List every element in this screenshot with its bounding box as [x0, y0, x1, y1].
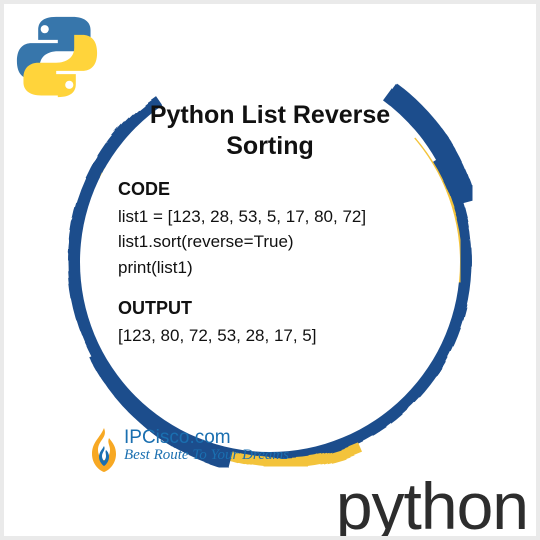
code-line-2: list1.sort(reverse=True) [118, 229, 422, 255]
brand-name: IPCisco.com [124, 428, 289, 448]
content-circle: Python List Reverse Sorting CODE list1 =… [80, 72, 460, 452]
code-line-3: print(list1) [118, 255, 422, 281]
python-logo-icon [12, 12, 102, 102]
flame-icon [90, 428, 118, 472]
code-heading: CODE [118, 179, 422, 200]
slide-title: Python List Reverse Sorting [118, 100, 422, 163]
ipcisco-brand: IPCisco.com Best Route To Your Dreams [90, 428, 289, 472]
python-wordmark: python [336, 468, 528, 536]
brand-tagline: Best Route To Your Dreams [124, 448, 289, 464]
code-line-1: list1 = [123, 28, 53, 5, 17, 80, 72] [118, 204, 422, 230]
output-heading: OUTPUT [118, 298, 422, 319]
output-line-1: [123, 80, 72, 53, 28, 17, 5] [118, 323, 422, 349]
